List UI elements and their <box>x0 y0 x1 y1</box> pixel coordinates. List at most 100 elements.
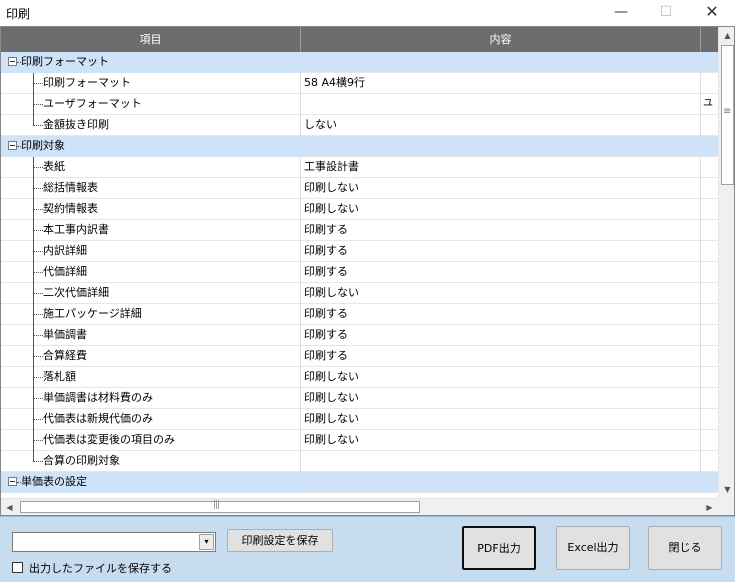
property-label: 代価表は変更後の項目のみ <box>43 433 175 446</box>
vertical-scrollbar[interactable]: ▲ ▼ <box>718 27 734 498</box>
value-cell[interactable]: 印刷しない <box>301 199 701 220</box>
value-cell[interactable]: 印刷しない <box>301 367 701 388</box>
title-bar: 印刷 — ☐ ✕ <box>0 0 735 26</box>
property-label: 内訳詳細 <box>43 244 87 257</box>
property-row[interactable]: 代価詳細 印刷する <box>1 262 719 283</box>
property-row[interactable]: 二次代価詳細 印刷しない <box>1 283 719 304</box>
value-cell[interactable]: 印刷しない <box>301 388 701 409</box>
item-cell[interactable]: 契約情報表 <box>1 199 301 220</box>
column-header-item[interactable]: 項目 <box>1 27 301 52</box>
tree-connector <box>33 377 43 378</box>
item-cell[interactable]: 総括情報表 <box>1 178 301 199</box>
chevron-down-icon[interactable]: ▾ <box>199 534 214 550</box>
tree-connector <box>33 272 43 273</box>
property-row[interactable]: 落札額 印刷しない <box>1 367 719 388</box>
property-label: 金額抜き印刷 <box>43 118 109 131</box>
property-row[interactable]: 合算の印刷対象 <box>1 451 719 472</box>
item-cell[interactable]: 単価調書は材料費のみ <box>1 388 301 409</box>
property-row[interactable]: ユーザフォーマット ユ <box>1 94 719 115</box>
property-row[interactable]: 内訳詳細 印刷する <box>1 241 719 262</box>
value-cell[interactable]: 印刷する <box>301 325 701 346</box>
property-row[interactable]: 本工事内訳書 印刷する <box>1 220 719 241</box>
item-cell[interactable]: 落札額 <box>1 367 301 388</box>
property-row[interactable]: 単価調書は材料費のみ 印刷しない <box>1 388 719 409</box>
scroll-right-icon[interactable]: ▶ <box>701 499 718 515</box>
horizontal-scroll-thumb[interactable] <box>20 500 420 513</box>
value-cell[interactable] <box>301 451 701 472</box>
category-row[interactable]: 単価表の設定 <box>1 472 719 493</box>
value-cell[interactable]: 印刷しない <box>301 430 701 451</box>
property-row[interactable]: 金額抜き印刷 しない <box>1 115 719 136</box>
pdf-export-button[interactable]: PDF出力 <box>462 526 536 570</box>
tree-connector <box>33 398 43 399</box>
category-label: 印刷フォーマット <box>21 55 109 68</box>
print-settings-combo[interactable]: ▾ <box>12 532 216 552</box>
item-cell[interactable]: 印刷フォーマット <box>1 52 301 73</box>
item-cell[interactable]: 内訳詳細 <box>1 241 301 262</box>
value-cell[interactable]: 印刷しない <box>301 178 701 199</box>
maximize-button[interactable]: ☐ <box>643 0 689 26</box>
category-row[interactable]: 印刷フォーマット <box>1 52 719 73</box>
horizontal-scrollbar[interactable]: ◀ ▶ <box>1 498 718 515</box>
item-cell[interactable]: 二次代価詳細 <box>1 283 301 304</box>
value-cell[interactable]: 印刷する <box>301 241 701 262</box>
vertical-scroll-thumb[interactable] <box>721 45 734 185</box>
item-cell[interactable]: 代価表は変更後の項目のみ <box>1 430 301 451</box>
save-file-checkbox-label[interactable]: 出力したファイルを保存する <box>29 560 172 576</box>
item-cell[interactable]: 合算経費 <box>1 346 301 367</box>
property-label: 合算経費 <box>43 349 87 362</box>
category-label: 単価表の設定 <box>21 475 87 488</box>
scroll-left-icon[interactable]: ◀ <box>1 499 18 515</box>
collapse-icon[interactable] <box>8 57 17 66</box>
property-row[interactable]: 契約情報表 印刷しない <box>1 199 719 220</box>
collapse-icon[interactable] <box>8 141 17 150</box>
property-label: ユーザフォーマット <box>43 97 142 110</box>
value-cell[interactable] <box>301 94 701 115</box>
item-cell[interactable]: 表紙 <box>1 157 301 178</box>
value-cell[interactable]: 印刷する <box>301 304 701 325</box>
property-label: 代価詳細 <box>43 265 87 278</box>
item-cell[interactable]: 代価詳細 <box>1 262 301 283</box>
item-cell[interactable]: 印刷フォーマット <box>1 73 301 94</box>
value-cell[interactable]: 印刷しない <box>301 283 701 304</box>
tree-connector <box>33 230 43 231</box>
property-row[interactable]: 総括情報表 印刷しない <box>1 178 719 199</box>
value-cell[interactable]: 印刷する <box>301 220 701 241</box>
save-file-checkbox[interactable] <box>12 562 23 573</box>
item-cell[interactable]: ユーザフォーマット <box>1 94 301 115</box>
item-cell[interactable]: 印刷対象 <box>1 136 301 157</box>
close-button[interactable]: 閉じる <box>648 526 722 570</box>
item-cell[interactable]: 代価表は新規代価のみ <box>1 409 301 430</box>
value-cell[interactable]: 58 A4横9行 <box>301 73 701 94</box>
close-window-button[interactable]: ✕ <box>689 0 735 26</box>
property-row[interactable]: 単価調書 印刷する <box>1 325 719 346</box>
minimize-button[interactable]: — <box>598 0 644 26</box>
excel-export-button[interactable]: Excel出力 <box>556 526 630 570</box>
category-row[interactable]: 印刷対象 <box>1 136 719 157</box>
item-cell[interactable]: 単価表の設定 <box>1 472 301 493</box>
scroll-up-icon[interactable]: ▲ <box>719 27 734 44</box>
item-cell[interactable]: 単価調書 <box>1 325 301 346</box>
overflow-text: ユ <box>703 98 713 109</box>
item-cell[interactable]: 金額抜き印刷 <box>1 115 301 136</box>
tree-connector <box>33 356 43 357</box>
tree-connector <box>33 104 43 105</box>
save-print-settings-button[interactable]: 印刷設定を保存 <box>227 529 333 552</box>
item-cell[interactable]: 合算の印刷対象 <box>1 451 301 472</box>
value-cell[interactable]: 印刷する <box>301 262 701 283</box>
value-cell[interactable]: 印刷する <box>301 346 701 367</box>
item-cell[interactable]: 本工事内訳書 <box>1 220 301 241</box>
property-row[interactable]: 代価表は変更後の項目のみ 印刷しない <box>1 430 719 451</box>
column-header-content[interactable]: 内容 <box>301 27 701 52</box>
item-cell[interactable]: 施工パッケージ詳細 <box>1 304 301 325</box>
property-row[interactable]: 合算経費 印刷する <box>1 346 719 367</box>
property-row[interactable]: 表紙 工事設計書 <box>1 157 719 178</box>
value-cell[interactable]: 印刷しない <box>301 409 701 430</box>
scroll-down-icon[interactable]: ▼ <box>719 481 734 498</box>
value-cell[interactable]: 工事設計書 <box>301 157 701 178</box>
property-row[interactable]: 代価表は新規代価のみ 印刷しない <box>1 409 719 430</box>
collapse-icon[interactable] <box>8 477 17 486</box>
property-row[interactable]: 施工パッケージ詳細 印刷する <box>1 304 719 325</box>
value-cell[interactable]: しない <box>301 115 701 136</box>
property-row[interactable]: 印刷フォーマット 58 A4横9行 <box>1 73 719 94</box>
